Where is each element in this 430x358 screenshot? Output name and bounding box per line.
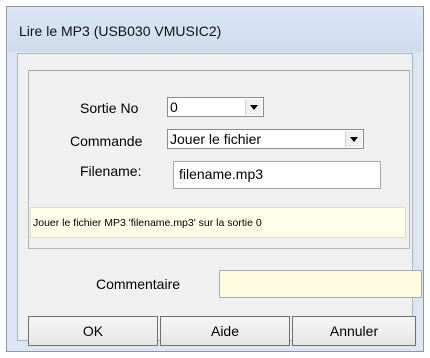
chevron-down-icon[interactable] bbox=[345, 131, 362, 147]
output-label: Sortie No bbox=[80, 100, 139, 116]
output-select[interactable]: 0 bbox=[167, 97, 264, 117]
description-text: Jouer le fichier MP3 'filename.mp3' sur … bbox=[33, 217, 262, 229]
filename-field[interactable]: filename.mp3 bbox=[173, 161, 381, 189]
window-title: Lire le MP3 (USB030 VMUSIC2) bbox=[19, 23, 222, 39]
chevron-down-icon[interactable] bbox=[245, 99, 262, 115]
filename-label: Filename: bbox=[80, 163, 142, 179]
ok-button[interactable]: OK bbox=[28, 316, 158, 346]
command-label: Commande bbox=[70, 133, 143, 149]
parameters-panel: Sortie No 0 Commande Jouer le fichier Fi… bbox=[28, 70, 410, 249]
dialog-body: Sortie No 0 Commande Jouer le fichier Fi… bbox=[17, 53, 422, 346]
command-select[interactable]: Jouer le fichier bbox=[167, 129, 364, 149]
cancel-button[interactable]: Annuler bbox=[292, 316, 416, 346]
help-button[interactable]: Aide bbox=[160, 316, 290, 346]
title-bar[interactable]: Lire le MP3 (USB030 VMUSIC2) bbox=[8, 8, 422, 52]
description-box: Jouer le fichier MP3 'filename.mp3' sur … bbox=[30, 207, 406, 238]
command-select-value: Jouer le fichier bbox=[170, 131, 262, 147]
output-select-value: 0 bbox=[170, 99, 178, 115]
filename-value: filename.mp3 bbox=[179, 166, 264, 182]
comment-field[interactable] bbox=[219, 270, 422, 298]
comment-label: Commentaire bbox=[96, 276, 181, 292]
dialog-window: Lire le MP3 (USB030 VMUSIC2) Sortie No 0… bbox=[6, 6, 424, 352]
